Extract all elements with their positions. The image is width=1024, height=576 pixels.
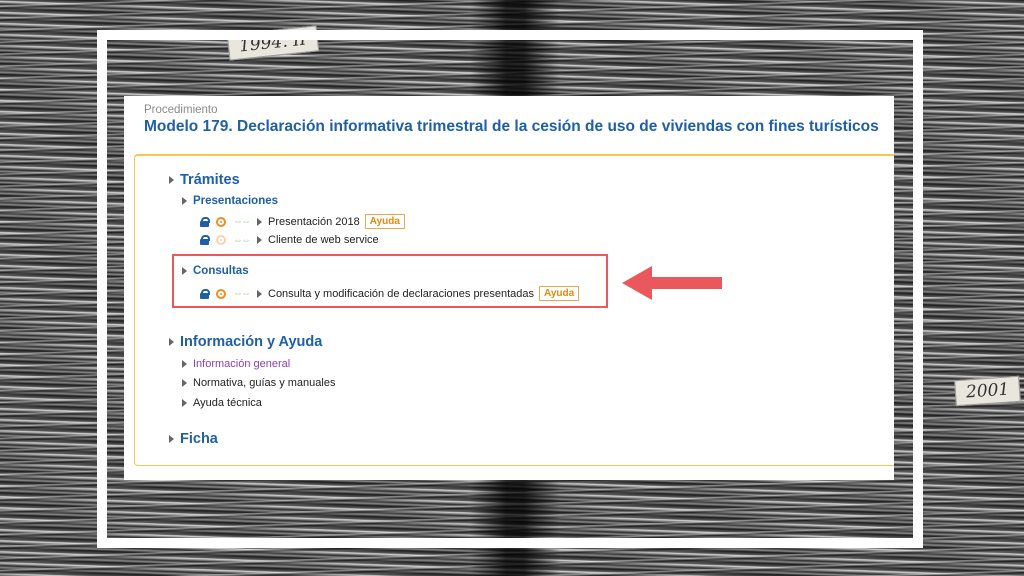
procedure-label: Procedimiento	[144, 104, 218, 116]
subsection-presentaciones[interactable]: Presentaciones	[182, 195, 278, 207]
pin-icon: ⇔⇔	[233, 234, 251, 246]
section-label: Ficha	[180, 431, 218, 447]
link-normativa[interactable]: Normativa, guías y manuales	[193, 377, 335, 389]
certificate-icon	[216, 235, 226, 245]
list-item: Información general	[182, 358, 290, 370]
section-label: Información y Ayuda	[180, 334, 323, 350]
link-presentacion-2018[interactable]: Presentación 2018	[268, 216, 360, 228]
triangle-bullet-icon	[169, 435, 174, 444]
pin-icon: ⇔⇔	[233, 216, 251, 227]
triangle-bullet-icon	[182, 379, 187, 387]
arrow-left-icon	[622, 266, 722, 300]
section-informacion-ayuda[interactable]: Información y Ayuda	[169, 334, 322, 350]
triangle-bullet-icon	[182, 399, 187, 407]
list-item: ⇔⇔ Presentación 2018 Ayuda	[200, 214, 405, 229]
triangle-bullet-icon	[257, 217, 262, 226]
section-tramites[interactable]: Trámites	[169, 172, 240, 188]
list-item: Normativa, guías y manuales	[182, 377, 335, 389]
triangle-bullet-icon	[182, 196, 187, 205]
triangle-bullet-icon	[169, 338, 174, 347]
subsection-label: Presentaciones	[193, 195, 279, 207]
page-title: Modelo 179. Declaración informativa trim…	[144, 118, 879, 135]
triangle-bullet-icon	[169, 176, 174, 185]
list-item: Ayuda técnica	[182, 397, 262, 409]
highlight-box	[172, 254, 608, 308]
section-label: Trámites	[180, 172, 240, 188]
section-ficha[interactable]: Ficha	[169, 431, 218, 447]
background-tag: 2001	[954, 375, 1022, 407]
help-badge[interactable]: Ayuda	[364, 214, 405, 229]
triangle-bullet-icon	[182, 360, 187, 368]
lock-icon	[200, 235, 210, 245]
link-ayuda-tecnica[interactable]: Ayuda técnica	[193, 397, 262, 409]
lock-icon	[200, 216, 210, 227]
link-informacion-general[interactable]: Información general	[193, 358, 290, 370]
list-item: ⇔⇔ Cliente de web service	[200, 234, 379, 246]
triangle-bullet-icon	[257, 236, 262, 244]
link-cliente-web-service[interactable]: Cliente de web service	[268, 234, 379, 246]
certificate-icon[interactable]	[216, 216, 226, 227]
